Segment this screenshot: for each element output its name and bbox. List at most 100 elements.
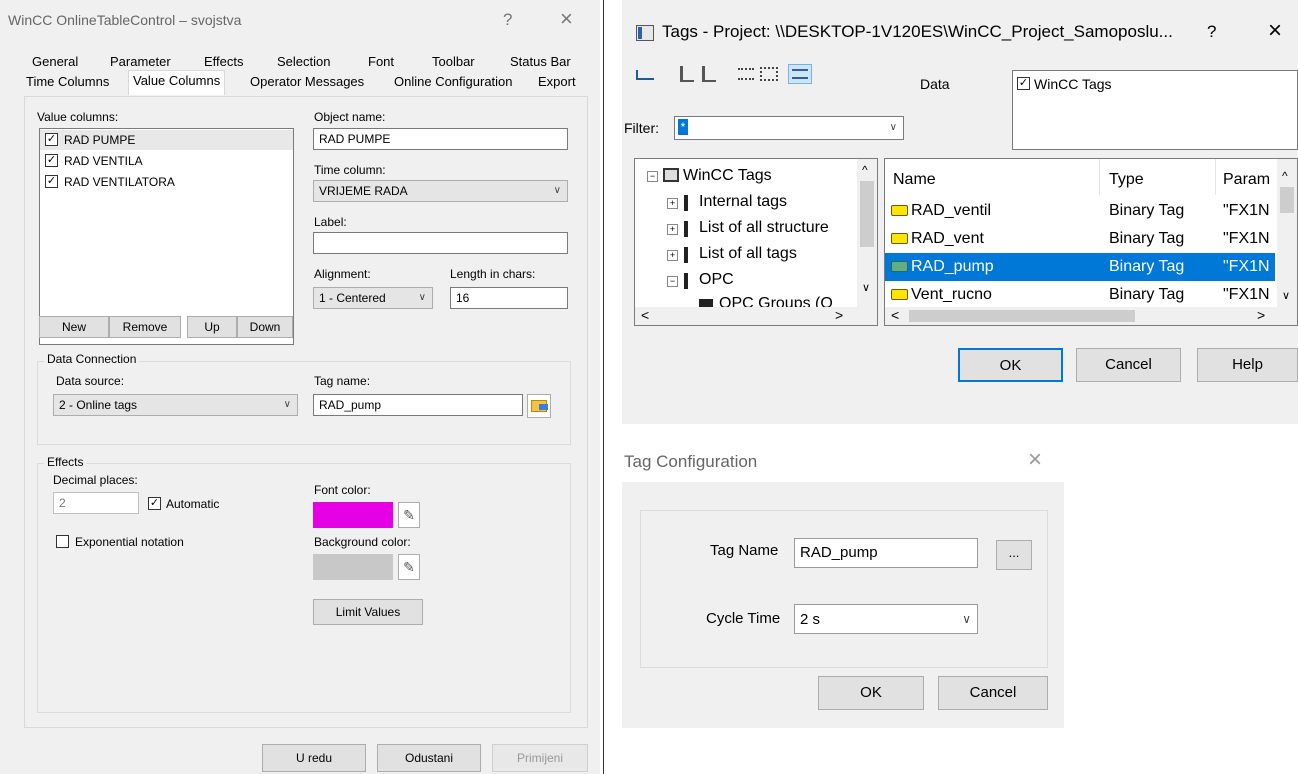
list-vscroll[interactable]: ^ ∨ xyxy=(1277,159,1297,307)
scroll-up-icon[interactable]: ^ xyxy=(1282,169,1288,183)
expand-icon[interactable]: + xyxy=(667,198,678,209)
tree-hscroll[interactable]: < > xyxy=(635,307,877,325)
tag-name-field[interactable]: RAD_pump xyxy=(794,538,978,568)
tab-online-configuration[interactable]: Online Configuration xyxy=(390,72,517,93)
filter-combo[interactable]: * ∨ xyxy=(674,116,904,140)
table-row[interactable]: RAD_pump Binary Tag "FX1N xyxy=(885,253,1275,281)
column-checkbox[interactable]: ✓ xyxy=(45,154,58,167)
automatic-label: Automatic xyxy=(166,497,220,511)
expand-icon[interactable]: + xyxy=(667,250,678,261)
up-folder-icon[interactable] xyxy=(636,70,654,80)
tab-general[interactable]: General xyxy=(28,52,82,73)
expand-icon[interactable]: − xyxy=(647,171,658,182)
wincc-tags-checkbox[interactable]: ✓ xyxy=(1017,77,1030,90)
row-param: "FX1N xyxy=(1223,230,1270,247)
object-name-field[interactable]: RAD PUMPE xyxy=(313,128,568,150)
scroll-left-icon[interactable]: < xyxy=(891,307,899,323)
tab-time-columns[interactable]: Time Columns xyxy=(22,72,113,93)
time-column-select[interactable]: VRIJEME RADA ∨ xyxy=(313,180,568,202)
list-item[interactable]: ✓ RAD VENTILATORA xyxy=(40,172,293,192)
remove-tag-icon[interactable] xyxy=(702,66,716,82)
remove-button[interactable]: Remove xyxy=(109,316,181,338)
scroll-up-icon[interactable]: ^ xyxy=(862,163,868,177)
exponential-checkbox[interactable] xyxy=(56,535,69,548)
cancel-button[interactable]: Cancel xyxy=(938,676,1048,710)
column-header-type[interactable]: Type xyxy=(1109,171,1144,189)
tree-item-opc[interactable]: OPC xyxy=(699,271,734,289)
ok-button[interactable]: U redu xyxy=(262,744,366,772)
column-header-param[interactable]: Param xyxy=(1223,171,1270,189)
tree-item-internal-tags[interactable]: Internal tags xyxy=(699,193,787,211)
close-icon[interactable]: × xyxy=(1268,17,1282,45)
tab-selection[interactable]: Selection xyxy=(273,52,334,73)
close-icon[interactable]: × xyxy=(1028,446,1042,474)
decimal-field[interactable]: 2 xyxy=(53,492,139,514)
scroll-left-icon[interactable]: < xyxy=(641,307,649,323)
scroll-right-icon[interactable]: > xyxy=(835,307,843,323)
cancel-button[interactable]: Cancel xyxy=(1076,348,1181,382)
new-button[interactable]: New xyxy=(39,316,109,338)
scroll-right-icon[interactable]: > xyxy=(1257,307,1265,323)
apply-button[interactable]: Primijeni xyxy=(492,744,588,772)
table-row[interactable]: RAD_ventil Binary Tag "FX1N xyxy=(885,197,1275,225)
tree-item-all-structure[interactable]: List of all structure xyxy=(699,219,829,237)
close-icon[interactable]: × xyxy=(560,6,573,32)
tab-toolbar[interactable]: Toolbar xyxy=(428,52,479,73)
tab-export[interactable]: Export xyxy=(534,72,580,93)
grid-view-icon[interactable] xyxy=(788,64,812,84)
tab-font[interactable]: Font xyxy=(364,52,398,73)
tree-item-all-tags[interactable]: List of all tags xyxy=(699,245,797,263)
decimal-label: Decimal places: xyxy=(53,473,138,487)
bg-color-swatch[interactable] xyxy=(313,554,393,580)
expand-icon[interactable]: − xyxy=(667,276,678,287)
tab-value-columns[interactable]: Value Columns xyxy=(128,70,226,95)
cycle-time-select[interactable]: 2 s ∨ xyxy=(794,604,978,634)
ok-button[interactable]: OK xyxy=(818,676,924,710)
data-source-select[interactable]: 2 - Online tags ∨ xyxy=(53,394,298,416)
list-hscroll[interactable]: < > xyxy=(885,307,1297,325)
column-header-name[interactable]: Name xyxy=(893,171,936,189)
header-divider xyxy=(1215,159,1216,195)
up-button[interactable]: Up xyxy=(187,316,237,338)
length-field[interactable]: 16 xyxy=(450,287,568,309)
help-button[interactable]: ? xyxy=(1207,22,1216,42)
browse-tags-icon[interactable] xyxy=(527,394,551,418)
tab-operator-messages[interactable]: Operator Messages xyxy=(246,72,368,93)
column-checkbox[interactable]: ✓ xyxy=(45,133,58,146)
list-view-icon[interactable] xyxy=(738,68,754,80)
alignment-select[interactable]: 1 - Centered ∨ xyxy=(313,287,433,309)
down-button[interactable]: Down xyxy=(237,316,293,338)
details-view-icon[interactable] xyxy=(760,67,778,81)
data-source-value: 2 - Online tags xyxy=(59,398,138,412)
column-checkbox[interactable]: ✓ xyxy=(45,175,58,188)
object-name-label: Object name: xyxy=(314,110,386,124)
font-color-picker-icon[interactable]: ✎ xyxy=(398,502,420,528)
expand-icon[interactable]: + xyxy=(667,224,678,235)
help-button[interactable]: Help xyxy=(1197,348,1298,382)
scroll-thumb[interactable] xyxy=(1280,187,1294,213)
tab-status-bar[interactable]: Status Bar xyxy=(506,52,575,73)
bg-color-picker-icon[interactable]: ✎ xyxy=(398,554,420,580)
tree-item-wincc-tags[interactable]: WinCC Tags xyxy=(683,167,772,185)
cancel-button[interactable]: Odustani xyxy=(377,744,481,772)
add-tag-icon[interactable] xyxy=(680,66,694,82)
properties-dialog: WinCC OnlineTableControl – svojstva ? × … xyxy=(0,0,600,774)
font-color-swatch[interactable] xyxy=(313,502,393,528)
ok-button[interactable]: OK xyxy=(958,348,1063,382)
list-item[interactable]: ✓ RAD PUMPE xyxy=(40,130,293,150)
scroll-down-icon[interactable]: ∨ xyxy=(1282,289,1290,302)
help-button[interactable]: ? xyxy=(503,10,512,30)
tag-name-field[interactable]: RAD_pump xyxy=(313,394,523,416)
tree-vscroll[interactable]: ^ ∨ xyxy=(857,159,877,307)
table-row[interactable]: RAD_vent Binary Tag "FX1N xyxy=(885,225,1275,253)
browse-button[interactable]: ... xyxy=(996,540,1032,570)
list-item[interactable]: ✓ RAD VENTILA xyxy=(40,151,293,171)
scroll-thumb[interactable] xyxy=(860,181,874,247)
table-row[interactable]: Vent_rucno Binary Tag "FX1N xyxy=(885,281,1275,309)
chevron-down-icon: ∨ xyxy=(553,185,561,196)
scroll-thumb[interactable] xyxy=(909,310,1135,322)
scroll-down-icon[interactable]: ∨ xyxy=(862,281,870,294)
label-field[interactable] xyxy=(313,232,568,254)
limit-values-button[interactable]: Limit Values xyxy=(313,599,423,625)
automatic-checkbox[interactable]: ✓ xyxy=(148,497,161,510)
